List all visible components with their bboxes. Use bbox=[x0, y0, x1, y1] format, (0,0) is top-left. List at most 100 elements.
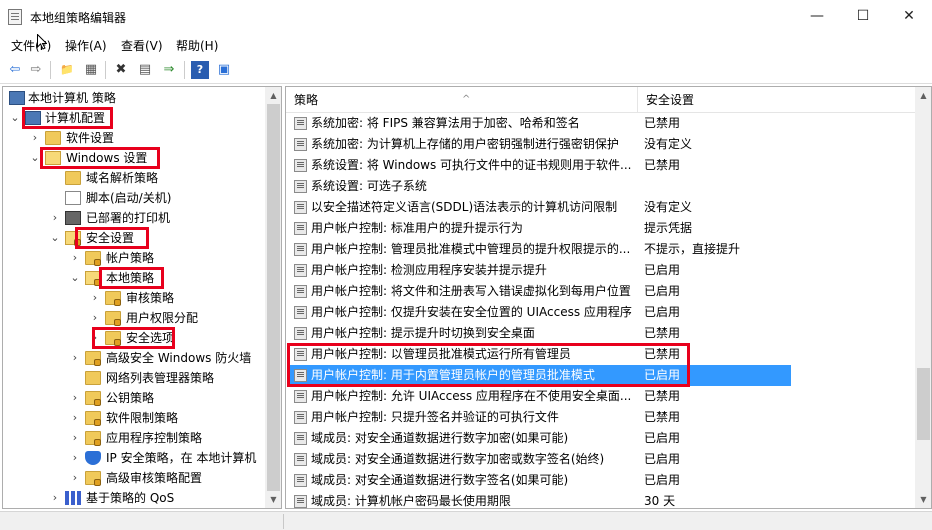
expand-chevron-icon[interactable]: › bbox=[69, 468, 81, 488]
list-item-selected[interactable]: 用户帐户控制: 用于内置管理员帐户的管理员批准模式 已启用 bbox=[288, 365, 791, 386]
policy-setting: 没有定义 bbox=[644, 137, 693, 151]
expand-chevron-icon[interactable]: › bbox=[69, 248, 81, 268]
list-item[interactable]: 系统加密: 将 FIPS 兼容算法用于加密、哈希和签名 已禁用 bbox=[286, 113, 916, 134]
collapse-chevron-icon[interactable]: ⌄ bbox=[29, 148, 41, 168]
collapse-chevron-icon[interactable]: ⌄ bbox=[49, 228, 61, 248]
tree-item-label: 高级审核策略配置 bbox=[106, 471, 203, 485]
list-item[interactable]: 用户帐户控制: 仅提升安装在安全位置的 UIAccess 应用程序 已启用 bbox=[286, 302, 916, 323]
policy-name: 系统设置: 可选子系统 bbox=[311, 179, 427, 193]
list-item[interactable]: 系统设置: 将 Windows 可执行文件中的证书规则用于软件... 已禁用 bbox=[286, 155, 916, 176]
list-item[interactable]: 用户帐户控制: 允许 UIAccess 应用程序在不使用安全桌面... 已禁用 bbox=[286, 386, 916, 407]
expand-chevron-icon[interactable]: › bbox=[69, 388, 81, 408]
policy-icon bbox=[294, 306, 307, 319]
expand-chevron-icon[interactable]: › bbox=[89, 328, 101, 348]
list-scroll-thumb[interactable] bbox=[917, 368, 930, 440]
back-arrow-icon[interactable]: ⇦ bbox=[6, 61, 24, 79]
tree-scrollbar[interactable]: ▲ ▼ bbox=[265, 87, 281, 508]
expand-chevron-icon[interactable]: › bbox=[89, 288, 101, 308]
folder-icon bbox=[65, 171, 81, 185]
list-item[interactable]: 用户帐户控制: 将文件和注册表写入错误虚拟化到每用户位置 已启用 bbox=[286, 281, 916, 302]
collapse-chevron-icon[interactable]: ⌄ bbox=[69, 268, 81, 288]
list-item[interactable]: 用户帐户控制: 检测应用程序安装并提示提升 已启用 bbox=[286, 260, 916, 281]
properties-icon[interactable]: ▤ bbox=[136, 61, 154, 79]
ip-security-icon bbox=[85, 451, 101, 465]
menu-action[interactable]: 操作(A) bbox=[65, 37, 107, 54]
toolbar-divider bbox=[184, 61, 185, 79]
scroll-up-arrow-icon[interactable]: ▲ bbox=[265, 87, 281, 104]
scroll-up-arrow-icon[interactable]: ▲ bbox=[915, 87, 931, 104]
minimize-button[interactable]: — bbox=[794, 0, 840, 33]
list-item[interactable]: 用户帐户控制: 管理员批准模式中管理员的提升权限提示的... 不提示，直接提升 bbox=[286, 239, 916, 260]
window-title: 本地组策略编辑器 bbox=[30, 11, 127, 25]
folder-lock-icon bbox=[85, 391, 101, 406]
close-button[interactable]: ✕ bbox=[886, 0, 932, 33]
policy-name: 系统加密: 将 FIPS 兼容算法用于加密、哈希和签名 bbox=[311, 116, 580, 130]
policy-setting: 已启用 bbox=[644, 368, 681, 382]
column-header-policy[interactable]: 策略 ^ bbox=[286, 87, 638, 113]
policy-name: 域成员: 对安全通道数据进行数字加密或数字签名(始终) bbox=[311, 452, 605, 466]
policy-icon bbox=[294, 495, 307, 508]
list-item[interactable]: 系统设置: 可选子系统 bbox=[286, 176, 916, 197]
expand-chevron-icon[interactable]: › bbox=[69, 408, 81, 428]
list-item[interactable]: 域成员: 对安全通道数据进行数字签名(如果可能) 已启用 bbox=[286, 470, 916, 491]
computer-policy-icon bbox=[9, 91, 25, 105]
status-divider bbox=[283, 514, 284, 529]
list-item[interactable]: 域成员: 对安全通道数据进行数字加密(如果可能) 已启用 bbox=[286, 428, 916, 449]
console-tree-pane[interactable]: 本地计算机 策略 ⌄ 计算机配置 › 软件设置 ⌄ Windows 设置 域名解… bbox=[2, 86, 282, 509]
policy-name: 用户帐户控制: 将文件和注册表写入错误虚拟化到每用户位置 bbox=[311, 284, 631, 298]
show-hide-tree-icon[interactable]: ▦ bbox=[82, 61, 100, 79]
expand-chevron-icon[interactable]: › bbox=[29, 128, 41, 148]
forward-arrow-icon[interactable]: ⇨ bbox=[27, 61, 45, 79]
tree-scroll-thumb[interactable] bbox=[267, 104, 280, 491]
policy-setting: 不提示，直接提升 bbox=[644, 242, 741, 256]
list-item[interactable]: 用户帐户控制: 只提升签名并验证的可执行文件 已禁用 bbox=[286, 407, 916, 428]
list-scrollbar[interactable]: ▲ ▼ bbox=[915, 87, 931, 508]
tree-item-label: 审核策略 bbox=[126, 291, 175, 305]
list-item[interactable]: 用户帐户控制: 提示提升时切换到安全桌面 已禁用 bbox=[286, 323, 916, 344]
list-item[interactable]: 以安全描述符定义语言(SDDL)语法表示的计算机访问限制 没有定义 bbox=[286, 197, 916, 218]
policy-editor-app-icon bbox=[8, 9, 22, 25]
column-header-setting[interactable]: 安全设置 bbox=[638, 87, 916, 113]
scroll-down-arrow-icon[interactable]: ▼ bbox=[915, 491, 931, 508]
help-icon[interactable]: ? bbox=[191, 61, 209, 79]
tree-item-label: 计算机配置 bbox=[45, 111, 106, 125]
collapse-chevron-icon[interactable]: ⌄ bbox=[9, 108, 21, 128]
menu-help[interactable]: 帮助(H) bbox=[176, 37, 218, 54]
policy-icon bbox=[294, 264, 307, 277]
list-item[interactable]: 用户帐户控制: 以管理员批准模式运行所有管理员 已禁用 bbox=[286, 344, 916, 365]
title-bar: 本地组策略编辑器 — ☐ ✕ bbox=[0, 0, 932, 33]
tree-item-label: 公钥策略 bbox=[106, 391, 155, 405]
tree-item-label: 帐户策略 bbox=[106, 251, 155, 265]
menu-view[interactable]: 查看(V) bbox=[121, 37, 163, 54]
tree-item-label: 本地策略 bbox=[106, 271, 155, 285]
tree-item-label: 应用程序控制策略 bbox=[106, 431, 203, 445]
expand-chevron-icon[interactable]: › bbox=[49, 488, 61, 508]
policy-list-pane[interactable]: 策略 ^ 安全设置 系统加密: 将 FIPS 兼容算法用于加密、哈希和签名 已禁用… bbox=[285, 86, 932, 509]
computer-icon bbox=[25, 111, 41, 125]
expand-chevron-icon[interactable]: › bbox=[69, 448, 81, 468]
list-item[interactable]: 域成员: 计算机帐户密码最长使用期限 30 天 bbox=[286, 491, 916, 508]
list-item[interactable]: 用户帐户控制: 标准用户的提升提示行为 提示凭据 bbox=[286, 218, 916, 239]
expand-chevron-icon[interactable]: › bbox=[89, 308, 101, 328]
tree-item-label: IP 安全策略，在 本地计算机 bbox=[106, 451, 257, 465]
expand-chevron-icon[interactable]: › bbox=[49, 208, 61, 228]
policy-setting: 没有定义 bbox=[644, 200, 693, 214]
toolbar-divider bbox=[105, 61, 106, 79]
policy-icon bbox=[294, 348, 307, 361]
expand-chevron-icon[interactable]: › bbox=[69, 348, 81, 368]
scroll-down-arrow-icon[interactable]: ▼ bbox=[265, 491, 281, 508]
maximize-button[interactable]: ☐ bbox=[840, 0, 886, 33]
list-item[interactable]: 域成员: 对安全通道数据进行数字加密或数字签名(始终) 已启用 bbox=[286, 449, 916, 470]
tree-item-label: 软件限制策略 bbox=[106, 411, 179, 425]
policy-setting: 已禁用 bbox=[644, 410, 681, 424]
expand-chevron-icon[interactable]: › bbox=[69, 428, 81, 448]
list-item[interactable]: 系统加密: 为计算机上存储的用户密钥强制进行强密钥保护 没有定义 bbox=[286, 134, 916, 155]
policy-name: 域成员: 对安全通道数据进行数字加密(如果可能) bbox=[311, 431, 569, 445]
console-icon[interactable]: ▣ bbox=[215, 61, 233, 79]
up-folder-icon[interactable]: 📁 bbox=[58, 61, 76, 79]
policy-icon bbox=[294, 138, 307, 151]
export-list-icon[interactable]: ⇒ bbox=[160, 61, 178, 79]
delete-icon[interactable]: ✖ bbox=[112, 61, 130, 79]
tree-item-label: 基于策略的 QoS bbox=[86, 491, 175, 505]
column-header-label: 策略 bbox=[294, 93, 319, 107]
